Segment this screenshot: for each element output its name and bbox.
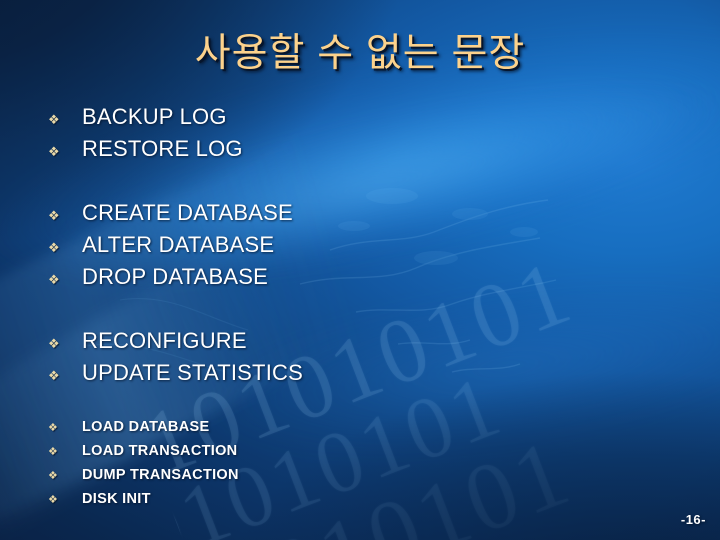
bullet-group: ❖ CREATE DATABASE ❖ ALTER DATABASE ❖ DROP DAT… — [48, 200, 700, 296]
bullet-item-label: DROP DATABASE — [82, 264, 268, 289]
bullet-item-label: DUMP TRANSACTION — [82, 467, 239, 483]
bullet-item: ❖ LOAD TRANSACTION — [48, 443, 700, 467]
bullet-item: ❖ UPDATE STATISTICS — [48, 360, 700, 392]
bullet-diamond-icon: ❖ — [48, 208, 60, 223]
bullet-item-label: CREATE DATABASE — [82, 200, 293, 225]
bullet-group: ❖ LOAD DATABASE ❖ LOAD TRANSACTION ❖ DUMP TRA… — [48, 419, 700, 515]
bullet-diamond-icon: ❖ — [48, 144, 60, 159]
bullet-list: ❖ BACKUP LOG ❖ RESTORE LOG ❖ CREATE DATABASE ❖… — [48, 104, 700, 515]
bullet-item: ❖ RECONFIGURE — [48, 328, 700, 360]
bullet-item-label: BACKUP LOG — [82, 104, 227, 129]
bullet-item-label: RESTORE LOG — [82, 136, 243, 161]
page-number: -16- — [680, 512, 706, 527]
bullet-item-label: DISK INIT — [82, 491, 151, 507]
bullet-diamond-icon: ❖ — [48, 240, 60, 255]
bullet-item-label: RECONFIGURE — [82, 328, 247, 353]
slide-canvas: 101010101 01010101 1010101 사용할 수 없는 문장 ❖… — [0, 0, 720, 540]
bullet-item: ❖ BACKUP LOG — [48, 104, 700, 136]
bullet-item-label: LOAD DATABASE — [82, 419, 210, 435]
bullet-group: ❖ BACKUP LOG ❖ RESTORE LOG — [48, 104, 700, 168]
bullet-item-label: ALTER DATABASE — [82, 232, 275, 257]
bullet-item-label: UPDATE STATISTICS — [82, 360, 303, 385]
bullet-item: ❖ RESTORE LOG — [48, 136, 700, 168]
bullet-diamond-icon: ❖ — [48, 112, 60, 127]
bullet-diamond-icon: ❖ — [48, 336, 60, 351]
bullet-item: ❖ CREATE DATABASE — [48, 200, 700, 232]
bullet-item-label: LOAD TRANSACTION — [82, 443, 238, 459]
bullet-diamond-icon: ❖ — [48, 272, 60, 287]
bullet-item: ❖ DISK INIT — [48, 491, 700, 515]
bullet-diamond-icon: ❖ — [48, 446, 58, 458]
bullet-diamond-icon: ❖ — [48, 368, 60, 383]
bullet-item: ❖ ALTER DATABASE — [48, 232, 700, 264]
slide-title: 사용할 수 없는 문장 — [194, 32, 526, 75]
bullet-diamond-icon: ❖ — [48, 470, 58, 482]
bullet-item: ❖ DROP DATABASE — [48, 264, 700, 296]
bullet-item: ❖ DUMP TRANSACTION — [48, 467, 700, 491]
bullet-diamond-icon: ❖ — [48, 494, 58, 506]
bullet-group: ❖ RECONFIGURE ❖ UPDATE STATISTICS — [48, 328, 700, 392]
bullet-diamond-icon: ❖ — [48, 422, 58, 434]
bullet-item: ❖ LOAD DATABASE — [48, 419, 700, 443]
